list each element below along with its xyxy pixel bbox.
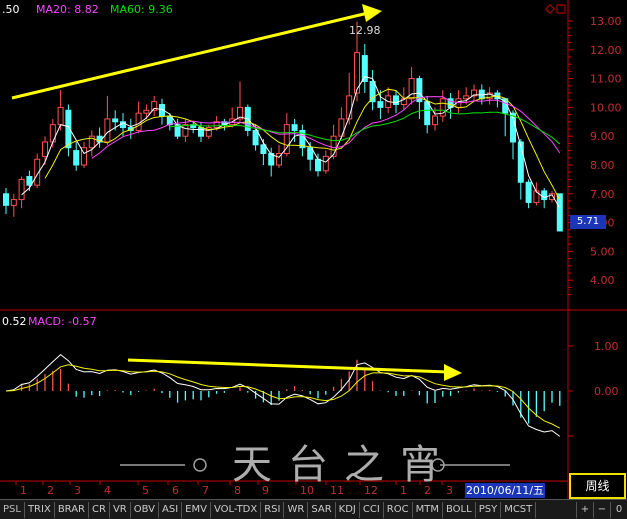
indicator-tab-brar[interactable]: BRAR [55, 501, 90, 518]
price-tick-label: 10.00 [590, 101, 622, 114]
price-tick-label: 8.00 [590, 159, 615, 172]
indicator-tab-vol-tdx[interactable]: VOL-TDX [211, 501, 262, 518]
candle [291, 124, 298, 131]
indicator-tab-obv[interactable]: OBV [131, 501, 160, 518]
ma20-label: MA20: 8.82 [36, 3, 99, 16]
indicator-tab-trix[interactable]: TRIX [25, 501, 55, 518]
candle [143, 109, 150, 114]
tab-reset-button[interactable]: 0 [610, 501, 627, 518]
candle [393, 95, 399, 106]
indicator-tab-sar[interactable]: SAR [308, 501, 336, 518]
tab-add-button[interactable]: + [576, 501, 593, 518]
indicator-tab-psy[interactable]: PSY [476, 501, 502, 518]
candle [198, 127, 204, 137]
candle [26, 176, 33, 186]
candle [541, 190, 548, 201]
candle [252, 129, 259, 146]
candle [73, 150, 80, 166]
candle [432, 115, 438, 126]
candle [322, 155, 329, 172]
tab-remove-button[interactable]: − [593, 501, 610, 518]
indicator-tab-rsi[interactable]: RSI [261, 501, 285, 518]
indicator-tab-boll[interactable]: BOLL [443, 501, 476, 518]
indicator-tab-roc[interactable]: ROC [384, 501, 413, 518]
candle [463, 95, 470, 100]
candle [42, 141, 48, 157]
candle [182, 124, 189, 137]
period-selector[interactable]: 周线 [569, 473, 626, 499]
x-tick-label: 4 [104, 484, 111, 497]
macd-prefix-label: 0.52 [2, 315, 27, 328]
x-tick-label: 6 [172, 484, 179, 497]
ma-prefix-label: .50 [2, 3, 20, 16]
price-tick-label: 9.00 [590, 130, 615, 143]
candle [57, 106, 64, 126]
macd-value-label: MACD: -0.57 [28, 315, 97, 328]
indicator-tab-emv[interactable]: EMV [182, 501, 211, 518]
indicator-tab-mtm[interactable]: MTM [413, 501, 443, 518]
candle [104, 118, 111, 143]
last-price-badge: 5.71 [570, 215, 606, 229]
x-tick-label: 5 [142, 484, 149, 497]
candle [112, 118, 119, 123]
candle [10, 199, 17, 206]
indicator-tab-psl[interactable]: PSL [0, 501, 25, 518]
candle [369, 80, 376, 103]
indicator-tab-bar: PSL TRIX BRAR CR VR OBV ASI EMV VOL-TDX RSI WR SAR K… [0, 499, 627, 519]
x-tick-label: 7 [202, 484, 209, 497]
x-tick-label: 3 [74, 484, 81, 497]
indicator-tab-vr[interactable]: VR [110, 501, 131, 518]
price-tick-label: 5.00 [590, 245, 615, 258]
candle [135, 112, 142, 131]
indicator-tab-kdj[interactable]: KDJ [336, 501, 360, 518]
indicator-tab-cr[interactable]: CR [89, 501, 110, 518]
price-tick-label: 4.00 [590, 274, 615, 287]
high-price-label: 12.98 [349, 24, 381, 37]
cursor-date-label: 2010/06/11/五 [465, 483, 545, 498]
ma60-label: MA60: 9.36 [110, 3, 173, 16]
candle [315, 158, 321, 172]
candle [525, 181, 532, 203]
macd-tick-label: 1.00 [594, 340, 619, 353]
x-tick-label: 2 [47, 484, 54, 497]
indicator-tab-mcst[interactable]: MCST [501, 501, 537, 518]
price-tick-label: 13.00 [590, 15, 622, 28]
price-tick-label: 12.00 [590, 44, 622, 57]
stock-chart[interactable]: .50 MA20: 8.82 MA60: 9.36 0.52 MACD: -0.… [0, 0, 627, 518]
candle [18, 178, 25, 201]
candle [49, 124, 56, 143]
price-tick-label: 7.00 [590, 188, 615, 201]
price-tick-label: 11.00 [590, 73, 622, 86]
indicator-tab-cci[interactable]: CCI [360, 501, 384, 518]
candle [517, 141, 524, 183]
svg-text:天台之宵: 天台之宵 [232, 442, 456, 488]
candle [377, 101, 384, 108]
x-tick-label: 1 [20, 484, 27, 497]
indicator-tab-asi[interactable]: ASI [159, 501, 183, 518]
indicator-tab-wr[interactable]: WR [284, 501, 309, 518]
macd-tick-label: 0.00 [594, 385, 619, 398]
candle [3, 193, 9, 206]
